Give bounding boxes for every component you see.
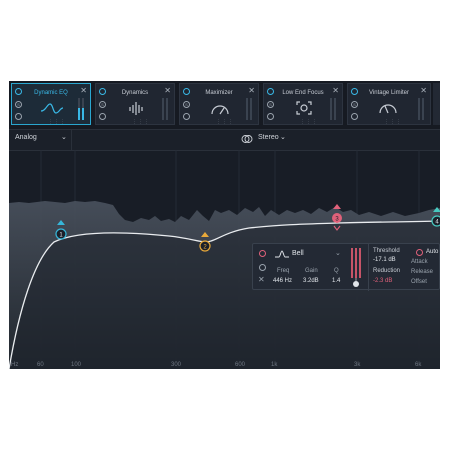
- freq-label: Hz: [11, 362, 19, 368]
- threshold-label: Threshold: [373, 248, 400, 254]
- chevron-down-icon[interactable]: ⌄: [61, 133, 67, 141]
- module-vintage-limiter[interactable]: S Vintage Limiter ✕ ⋮⋮⋮: [347, 83, 431, 125]
- bell-shape-icon: [275, 250, 289, 258]
- close-icon[interactable]: ✕: [164, 86, 171, 95]
- reduction-label: Reduction: [373, 268, 401, 274]
- bypass-icon[interactable]: [351, 113, 358, 120]
- q-value[interactable]: 1.4: [332, 278, 340, 284]
- low-end-focus-icon: [296, 101, 312, 115]
- offset-label[interactable]: Offset: [411, 279, 427, 285]
- auto-power-icon[interactable]: [416, 249, 423, 256]
- freq-label: 1k: [271, 362, 278, 368]
- mode-dropdown[interactable]: Analog: [15, 134, 37, 141]
- drag-handle[interactable]: ⋮⋮⋮: [216, 119, 234, 125]
- module-gain-fader[interactable]: [78, 98, 86, 120]
- module-gain-fader[interactable]: [162, 98, 170, 120]
- freq-label: Freq: [277, 268, 290, 274]
- stereo-link-icon[interactable]: [241, 134, 253, 144]
- eq-toolbar: Analog ⌄ Stereo ⌄: [9, 129, 440, 151]
- bypass-icon[interactable]: [267, 113, 274, 120]
- module-dynamic-eq[interactable]: S Dynamic EQ ✕ ⋮⋮⋮: [11, 83, 91, 125]
- module-title: Vintage Limiter: [369, 90, 409, 96]
- band-settings-panel: ✕ Bell ⌄ Freq 446 Hz Gain 3.2dB Q 1.4 Th…: [252, 243, 440, 291]
- attack-label[interactable]: Attack: [411, 259, 428, 265]
- freq-label: 60: [37, 362, 44, 368]
- module-maximizer[interactable]: S Maximizer ✕ ⋮⋮⋮: [179, 83, 259, 125]
- dynamics-icon: [129, 102, 143, 115]
- divider: [368, 244, 369, 291]
- module-chain: S Dynamic EQ ✕ ⋮⋮⋮ S Dynamics ✕ ⋮⋮⋮ S Ma…: [9, 81, 440, 129]
- solo-icon[interactable]: S: [99, 101, 106, 108]
- module-strip-scroll[interactable]: [433, 83, 440, 125]
- module-dynamics[interactable]: S Dynamics ✕ ⋮⋮⋮: [95, 83, 175, 125]
- module-title: Dynamics: [121, 90, 149, 96]
- gain-value[interactable]: 3.2dB: [303, 278, 319, 284]
- close-icon[interactable]: ✕: [248, 86, 255, 95]
- maximizer-icon: [211, 105, 229, 115]
- freq-label: 300: [171, 362, 182, 368]
- drag-handle[interactable]: ⋮⋮⋮: [384, 119, 402, 125]
- close-icon[interactable]: ✕: [332, 86, 339, 95]
- drag-handle[interactable]: ⋮⋮⋮: [300, 119, 318, 125]
- channel-dropdown[interactable]: Stereo: [258, 134, 279, 141]
- close-icon[interactable]: ✕: [420, 86, 427, 95]
- vintage-limiter-icon: [379, 104, 397, 114]
- gain-label: Gain: [305, 268, 318, 274]
- auto-label[interactable]: Auto: [426, 249, 438, 255]
- bypass-icon[interactable]: [99, 113, 106, 120]
- solo-icon[interactable]: S: [15, 101, 22, 108]
- freq-label: 100: [71, 362, 82, 368]
- close-icon[interactable]: ✕: [258, 275, 265, 284]
- module-title: Maximizer: [205, 90, 233, 96]
- threshold-meter[interactable]: [349, 248, 363, 288]
- bypass-icon[interactable]: [183, 113, 190, 120]
- divider: [71, 130, 72, 150]
- dynamic-eq-icon: [40, 103, 64, 114]
- module-low-end-focus[interactable]: S Low End Focus ✕ ⋮⋮⋮: [263, 83, 343, 125]
- freq-value[interactable]: 446 Hz: [273, 278, 292, 284]
- band-node-4[interactable]: 4: [429, 205, 440, 233]
- bypass-icon[interactable]: [15, 113, 22, 120]
- drag-handle[interactable]: ⋮⋮⋮: [132, 119, 150, 125]
- power-icon[interactable]: [259, 250, 266, 257]
- freq-label: 600: [235, 362, 246, 368]
- solo-icon[interactable]: S: [351, 101, 358, 108]
- freq-label: 6k: [415, 362, 422, 368]
- solo-icon[interactable]: [259, 264, 266, 271]
- band-node-1[interactable]: 1: [53, 218, 69, 246]
- threshold-value[interactable]: -17.1 dB: [373, 257, 396, 263]
- module-gain-fader[interactable]: [246, 98, 254, 120]
- chevron-down-icon[interactable]: ⌄: [280, 133, 286, 141]
- band-node-3[interactable]: 3: [329, 202, 345, 238]
- module-gain-fader[interactable]: [418, 98, 426, 120]
- ozone-plugin-window: S Dynamic EQ ✕ ⋮⋮⋮ S Dynamics ✕ ⋮⋮⋮ S Ma…: [9, 81, 440, 369]
- module-title: Low End Focus: [282, 90, 324, 96]
- module-gain-fader[interactable]: [330, 98, 338, 120]
- reduction-value: -2.3 dB: [373, 278, 393, 284]
- solo-icon[interactable]: S: [183, 101, 190, 108]
- release-label[interactable]: Release: [411, 269, 433, 275]
- close-icon[interactable]: ✕: [80, 86, 87, 95]
- band-node-2[interactable]: 2: [197, 230, 213, 258]
- chevron-down-icon[interactable]: ⌄: [335, 249, 341, 257]
- q-label: Q: [334, 268, 339, 274]
- drag-handle[interactable]: ⋮⋮⋮: [48, 119, 66, 125]
- filter-shape-dropdown[interactable]: Bell: [292, 250, 304, 257]
- freq-label: 3k: [354, 362, 361, 368]
- module-title: Dynamic EQ: [34, 90, 68, 96]
- solo-icon[interactable]: S: [267, 101, 274, 108]
